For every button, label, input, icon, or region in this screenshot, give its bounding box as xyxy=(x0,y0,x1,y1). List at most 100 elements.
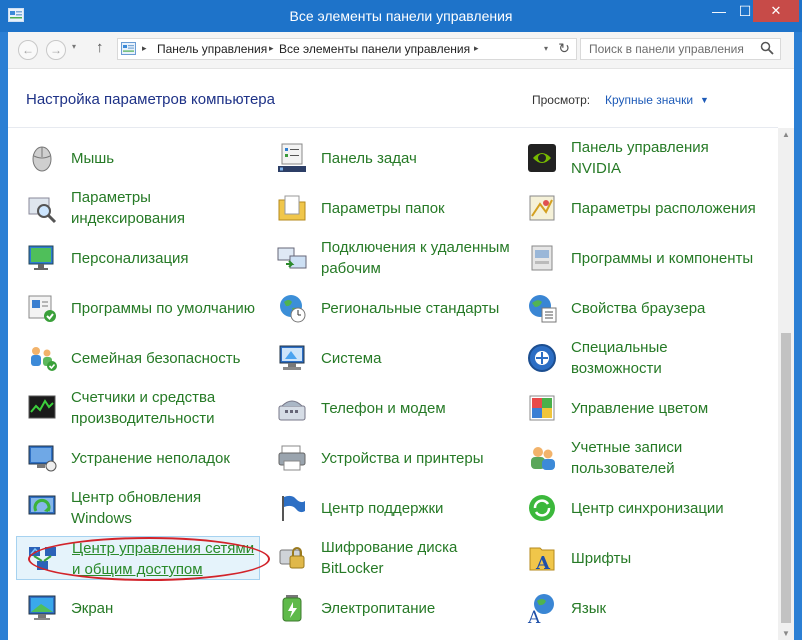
address-dropdown-icon[interactable]: ▾ xyxy=(544,44,548,53)
title-bar[interactable]: Все элементы панели управления — ☐ ✕ xyxy=(0,0,802,32)
control-panel-item[interactable]: Экран xyxy=(16,586,260,630)
control-panel-item[interactable]: Учетные записи пользователей xyxy=(516,436,760,480)
control-panel-item-label[interactable]: Устройства и принтеры xyxy=(321,436,511,480)
control-panel-item-label[interactable]: Устранение неполадок xyxy=(71,436,261,480)
control-panel-item[interactable]: Счетчики и средства производительности xyxy=(16,386,260,430)
minimize-button[interactable]: — xyxy=(706,0,732,22)
control-panel-item[interactable]: Центр поддержки xyxy=(266,486,510,530)
control-panel-item-label[interactable]: Семейная безопасность xyxy=(71,336,261,380)
control-panel-item[interactable]: Электропитание xyxy=(266,586,510,630)
location-icon xyxy=(529,195,555,221)
search-placeholder: Поиск в панели управления xyxy=(589,42,744,56)
control-panel-item-label[interactable]: Язык xyxy=(571,586,761,630)
breadcrumb-all-items[interactable]: Все элементы панели управления xyxy=(279,42,470,56)
view-by-label: Просмотр: xyxy=(532,93,591,107)
taskbar-icon xyxy=(278,143,306,172)
back-button[interactable]: ← xyxy=(18,40,38,60)
control-panel-item[interactable]: Система xyxy=(266,336,510,380)
up-button[interactable]: ↑ xyxy=(96,39,104,56)
control-panel-item-label[interactable]: Параметры расположения xyxy=(571,186,761,230)
fonts-icon: A xyxy=(529,547,555,574)
performance-icon xyxy=(28,395,56,419)
control-panel-address-icon xyxy=(121,42,136,55)
scroll-down-icon[interactable]: ▼ xyxy=(782,629,790,638)
control-panel-item[interactable]: Параметры расположения xyxy=(516,186,760,230)
control-panel-item-label[interactable]: Панель управления NVIDIA xyxy=(571,136,761,180)
action-center-icon xyxy=(282,495,305,521)
chevron-down-icon[interactable]: ▼ xyxy=(700,95,709,105)
control-panel-item-label[interactable]: Центр поддержки xyxy=(321,486,511,530)
control-panel-item-label[interactable]: Шрифты xyxy=(571,536,761,580)
control-panel-item[interactable]: Параметры папок xyxy=(266,186,510,230)
forward-button[interactable]: → xyxy=(46,40,66,60)
control-panel-item-label[interactable]: Электропитание xyxy=(321,586,511,630)
control-panel-item[interactable]: Панель задач xyxy=(266,136,510,180)
control-panel-item-label[interactable]: Региональные стандарты xyxy=(321,286,511,330)
search-icon[interactable] xyxy=(760,41,774,55)
control-panel-item[interactable]: Специальные возможности xyxy=(516,336,760,380)
control-panel-item[interactable]: Панель управления NVIDIA xyxy=(516,136,760,180)
control-panel-item[interactable]: Мышь xyxy=(16,136,260,180)
control-panel-item[interactable]: Программы и компоненты xyxy=(516,236,760,280)
control-panel-item[interactable]: Региональные стандарты xyxy=(266,286,510,330)
window-title: Все элементы панели управления xyxy=(289,8,513,24)
scroll-thumb[interactable] xyxy=(781,333,791,623)
control-panel-item-label[interactable]: Подключения к удаленным рабочим xyxy=(321,236,511,280)
page-title: Настройка параметров компьютера xyxy=(26,91,275,108)
control-panel-item-label[interactable]: Шифрование диска BitLocker xyxy=(321,536,511,580)
control-panel-item[interactable]: Шифрование диска BitLocker xyxy=(266,536,510,580)
control-panel-item[interactable]: Семейная безопасность xyxy=(16,336,260,380)
header-divider xyxy=(8,127,778,128)
control-panel-item[interactable]: Устройства и принтеры xyxy=(266,436,510,480)
control-panel-item-label[interactable]: Счетчики и средства производительности xyxy=(71,386,261,430)
control-panel-item[interactable]: Подключения к удаленным рабочим xyxy=(266,236,510,280)
control-panel-item[interactable]: Телефон и модем xyxy=(266,386,510,430)
control-panel-item-label[interactable]: Параметры папок xyxy=(321,186,511,230)
control-panel-item-label[interactable]: Мышь xyxy=(71,136,261,180)
vertical-scrollbar[interactable]: ▲ ▼ xyxy=(778,128,794,640)
control-panel-item-label[interactable]: Управление цветом xyxy=(571,386,761,430)
control-panel-item[interactable]: Персонализация xyxy=(16,236,260,280)
control-panel-item[interactable]: Свойства браузера xyxy=(516,286,760,330)
sync-center-icon xyxy=(529,495,555,521)
control-panel-item-label[interactable]: Центр синхронизации xyxy=(571,486,761,530)
control-panel-item-label[interactable]: Персонализация xyxy=(71,236,261,280)
search-input[interactable]: Поиск в панели управления xyxy=(580,38,781,60)
control-panel-item-label[interactable]: Специальные возможности xyxy=(571,336,761,380)
control-panel-item[interactable]: Управление цветом xyxy=(516,386,760,430)
nvidia-icon xyxy=(528,144,556,172)
ease-of-access-icon xyxy=(528,344,556,372)
remote-desktop-icon xyxy=(277,247,307,269)
control-panel-item[interactable]: Устранение неполадок xyxy=(16,436,260,480)
refresh-icon[interactable]: ↻ xyxy=(558,40,570,57)
breadcrumb-control-panel[interactable]: Панель управления xyxy=(157,42,267,56)
control-panel-item[interactable]: A Шрифты xyxy=(516,536,760,580)
svg-text:A: A xyxy=(535,553,551,574)
indexing-icon xyxy=(28,197,57,224)
control-panel-item-label[interactable]: Панель задач xyxy=(321,136,511,180)
control-panel-item-label[interactable]: Центр обновления Windows xyxy=(71,486,261,530)
control-panel-item[interactable]: Параметры индексирования xyxy=(16,186,260,230)
address-bar[interactable]: ▸ Панель управления ▸ Все элементы панел… xyxy=(117,38,577,60)
recent-locations-dropdown[interactable]: ▾ xyxy=(72,42,76,51)
control-panel-item-label[interactable]: Центр управления сетями и общим доступом xyxy=(72,537,262,581)
control-panel-item-label[interactable]: Параметры индексирования xyxy=(71,186,261,230)
control-panel-item-label[interactable]: Программы и компоненты xyxy=(571,236,761,280)
control-panel-item-label[interactable]: Свойства браузера xyxy=(571,286,761,330)
control-panel-item-label[interactable]: Учетные записи пользователей xyxy=(571,436,761,480)
view-by-dropdown[interactable]: Крупные значки xyxy=(605,93,693,107)
scroll-up-icon[interactable]: ▲ xyxy=(782,130,790,139)
control-panel-item[interactable]: Центр синхронизации xyxy=(516,486,760,530)
control-panel-item-label[interactable]: Экран xyxy=(71,586,261,630)
control-panel-item[interactable]: Центр управления сетями и общим доступом xyxy=(16,536,260,580)
default-programs-icon xyxy=(28,295,56,322)
control-panel-item[interactable]: Центр обновления Windows xyxy=(16,486,260,530)
phone-modem-icon xyxy=(278,400,306,421)
close-button[interactable]: ✕ xyxy=(753,0,799,22)
control-panel-item-label[interactable]: Программы по умолчанию xyxy=(71,286,261,330)
control-panel-item-label[interactable]: Телефон и модем xyxy=(321,386,511,430)
control-panel-item[interactable]: Программы по умолчанию xyxy=(16,286,260,330)
family-safety-icon xyxy=(31,347,57,371)
control-panel-item[interactable]: A Язык xyxy=(516,586,760,630)
control-panel-item-label[interactable]: Система xyxy=(321,336,511,380)
